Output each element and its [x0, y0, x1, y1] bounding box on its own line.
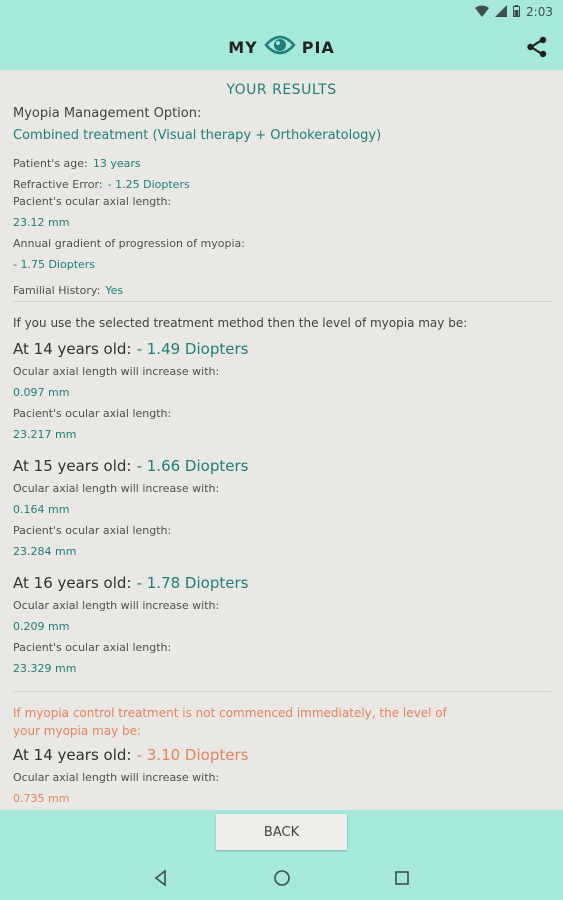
refraction-value: - 1.25 Diopters	[107, 178, 190, 191]
age-row: Patient's age: 13 years	[13, 152, 141, 171]
system-nav-bar	[0, 856, 563, 900]
treated-age: At 16 years old:	[13, 574, 132, 592]
treated-age-row: At 14 years old: - 1.49 Diopters	[13, 339, 248, 358]
increase-value: 0.164 mm	[13, 503, 70, 516]
eye-logo-icon	[264, 32, 296, 62]
increase-value: 0.097 mm	[13, 386, 70, 399]
page-title: YOUR RESULTS	[226, 82, 337, 98]
logo-text-left: MY	[228, 37, 258, 57]
treated-age-row: At 16 years old: - 1.78 Diopters	[13, 573, 248, 592]
treated-age: At 14 years old:	[13, 340, 132, 358]
untreated-diopters: - 3.10 Diopters	[136, 746, 249, 764]
results-content[interactable]: YOUR RESULTS Myopia Management Option: C…	[0, 70, 563, 810]
share-icon[interactable]	[525, 35, 549, 59]
untreated-intro-line2: your myopia may be:	[13, 724, 142, 738]
status-time: 2:03	[526, 5, 553, 19]
length-value: 23.284 mm	[13, 545, 77, 558]
logo-text-right: PIA	[301, 37, 335, 57]
length-label: Pacient's ocular axial length:	[13, 641, 172, 654]
refraction-label: Refractive Error:	[13, 178, 103, 191]
app-bar: MY PIA	[0, 24, 563, 70]
nav-home-icon[interactable]	[272, 868, 292, 888]
treated-age-row: At 15 years old: - 1.66 Diopters	[13, 456, 248, 475]
age-value: 13 years	[92, 157, 141, 170]
app-logo: MY PIA	[0, 24, 563, 70]
treated-diopters: - 1.78 Diopters	[136, 574, 249, 592]
wifi-icon	[475, 5, 490, 20]
treated-diopters: - 1.66 Diopters	[136, 457, 249, 475]
axial-length-value: 23.12 mm	[13, 216, 70, 229]
treated-intro: If you use the selected treatment method…	[13, 316, 468, 330]
option-label: Myopia Management Option:	[13, 106, 202, 121]
refraction-row: Refractive Error: - 1.25 Diopters	[13, 173, 190, 192]
increase-label: Ocular axial length will increase with:	[13, 599, 220, 612]
option-value: Combined treatment (Visual therapy + Ort…	[13, 128, 382, 143]
increase-label: Ocular axial length will increase with:	[13, 365, 220, 378]
increase-label: Ocular axial length will increase with:	[13, 482, 220, 495]
gradient-value: - 1.75 Diopters	[13, 258, 96, 271]
gradient-label: Annual gradient of progression of myopia…	[13, 237, 245, 250]
nav-recents-icon[interactable]	[392, 868, 412, 888]
increase-value: 0.209 mm	[13, 620, 70, 633]
length-label: Pacient's ocular axial length:	[13, 407, 172, 420]
untreated-age-row: At 14 years old: - 3.10 Diopters	[13, 745, 248, 764]
bottom-action-bar: BACK	[0, 810, 563, 856]
untreated-age: At 14 years old:	[13, 746, 132, 764]
battery-icon	[513, 4, 521, 20]
back-button[interactable]: BACK	[216, 814, 347, 850]
treated-age: At 15 years old:	[13, 457, 132, 475]
divider	[13, 301, 551, 302]
familial-value: Yes	[105, 284, 124, 297]
divider	[13, 691, 551, 692]
status-bar: 2:03	[0, 0, 563, 24]
increase-value: 0.735 mm	[13, 792, 70, 805]
nav-back-icon[interactable]	[151, 868, 171, 888]
increase-label: Ocular axial length will increase with:	[13, 771, 220, 784]
length-label: Pacient's ocular axial length:	[13, 524, 172, 537]
length-value: 23.329 mm	[13, 662, 77, 675]
age-label: Patient's age:	[13, 157, 88, 170]
familial-label: Familial History:	[13, 284, 101, 297]
familial-row: Familial History: Yes	[13, 279, 123, 298]
length-value: 23.217 mm	[13, 428, 77, 441]
treated-diopters: - 1.49 Diopters	[136, 340, 249, 358]
signal-icon	[495, 4, 508, 20]
untreated-intro-line1: If myopia control treatment is not comme…	[13, 706, 447, 720]
axial-length-label: Pacient's ocular axial length:	[13, 195, 172, 208]
